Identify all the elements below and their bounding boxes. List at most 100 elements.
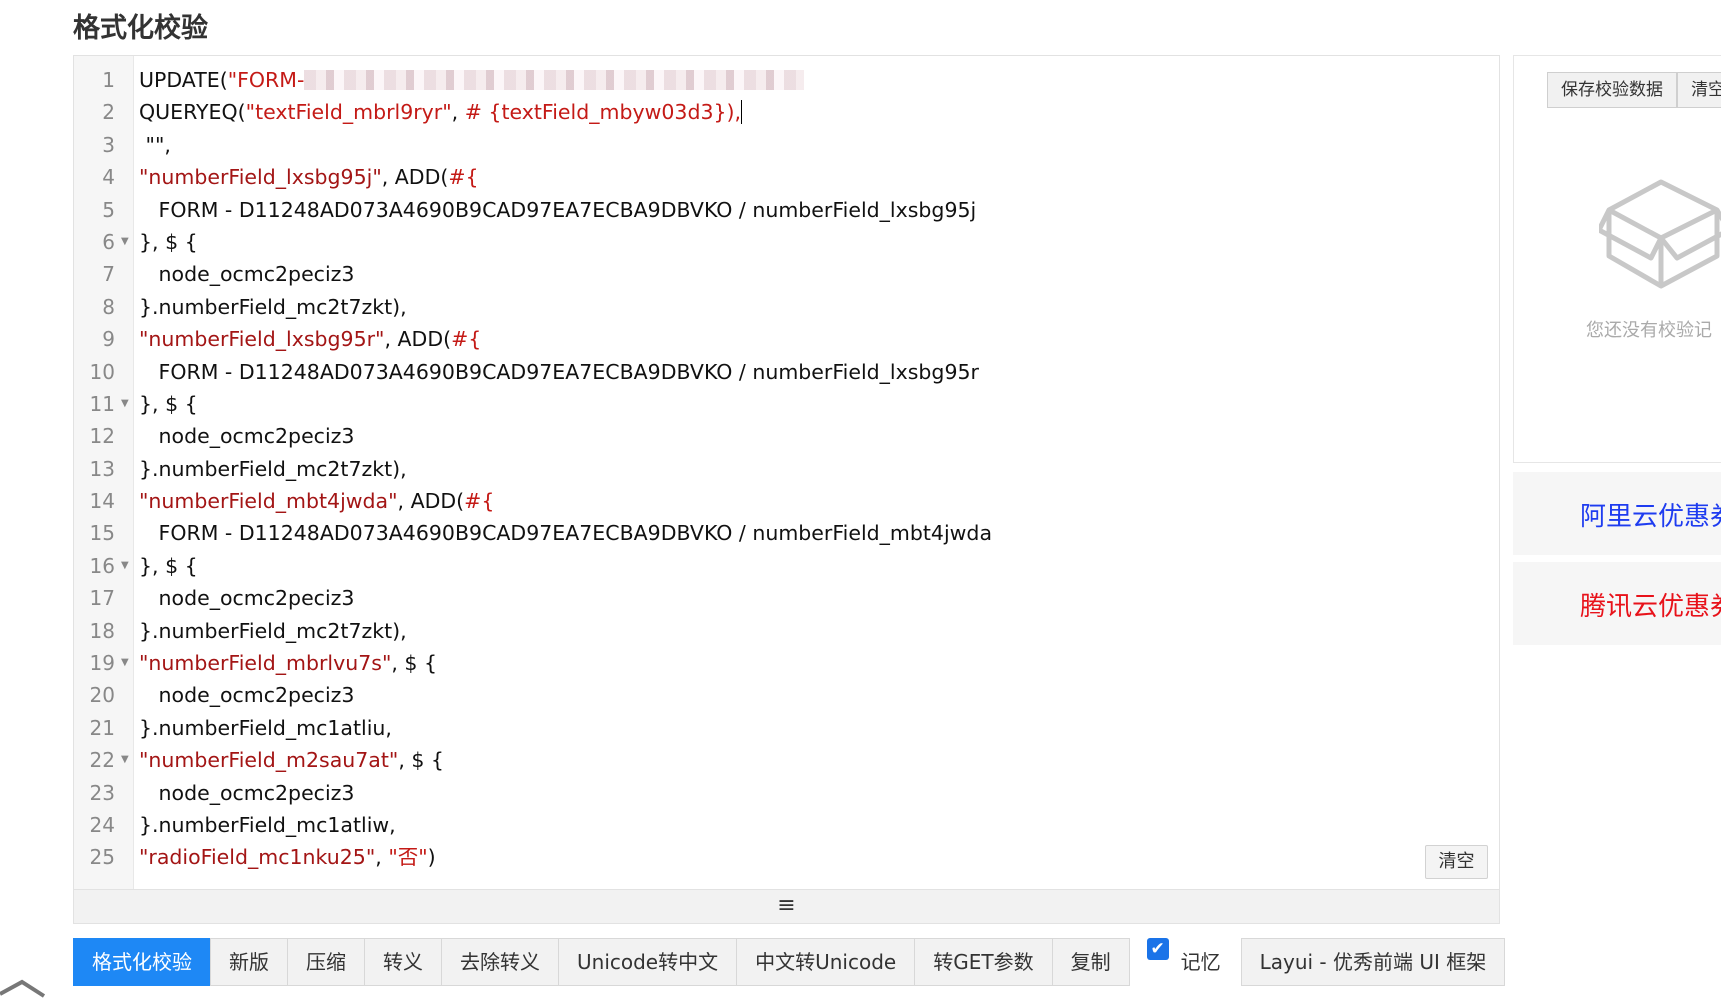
toolbar-button[interactable]: 复制 [1051,938,1130,986]
tencent-coupon-banner[interactable]: 腾讯云优惠券 [1513,562,1721,645]
code-token: }.numberField_mc2t7zkt), [139,456,407,481]
toolbar-button[interactable]: 转GET参数 [914,938,1053,986]
fold-arrow-icon[interactable]: ▼ [121,388,129,420]
code-line[interactable]: 14 "numberField_mbt4jwda", ADD(#{ [74,485,1499,517]
save-history-button[interactable]: 保存校验数据 [1547,72,1677,108]
code-token: , $ { [391,651,438,676]
code-token: node_ocmc2peciz3 [139,424,355,449]
code-line[interactable]: 3 "", [74,129,1499,161]
code-token: ) [427,845,436,870]
line-number: 2 [102,100,115,125]
code-text: "numberField_lxsbg95r", ADD(#{ [139,323,481,355]
fold-arrow-icon[interactable]: ▼ [121,744,129,776]
code-text: }.numberField_mc2t7zkt), [139,615,407,647]
code-token: "否" [388,845,428,870]
code-text: }, $ { [139,550,198,582]
code-text: }.numberField_mc1atliw, [139,809,396,841]
tencent-coupon-link[interactable]: 腾讯云优惠券 [1580,586,1721,623]
code-token: "numberField_mbrlvu7s" [139,651,392,676]
code-text: FORM - D11248AD073A4690B9CAD97EA7ECBA9DB… [139,356,979,388]
toolbar-button[interactable]: 压缩 [287,938,365,986]
check-icon: ✔ [1150,939,1165,959]
code-line[interactable]: 13 }.numberField_mc2t7zkt), [74,453,1499,485]
line-number: 7 [102,262,115,287]
code-token: UPDATE( [139,68,228,92]
toolbar-button[interactable]: 新版 [210,938,288,986]
code-line[interactable]: 18}.numberField_mc2t7zkt), [74,615,1499,647]
code-text: }.numberField_mc1atliu, [139,712,392,744]
code-line[interactable]: 23 node_ocmc2peciz3 [74,777,1499,809]
code-text: node_ocmc2peciz3 [139,258,355,290]
code-text: node_ocmc2peciz3 [139,777,355,809]
code-text: }.numberField_mc2t7zkt), [139,453,407,485]
aliyun-coupon-banner[interactable]: 阿里云优惠券 [1513,472,1721,555]
code-line[interactable]: 17 node_ocmc2peciz3 [74,582,1499,614]
line-number: 15 [89,521,115,546]
fold-arrow-icon[interactable]: ▼ [121,226,129,258]
editor-resize-handle[interactable]: ≡ [74,889,1499,923]
code-area[interactable]: 1 UPDATE("FORM- 2 QUERYEQ("textField_mbrl9r… [74,64,1499,874]
memory-checkbox[interactable]: ✔ [1146,938,1169,960]
aliyun-coupon-link[interactable]: 阿里云优惠券 [1580,496,1721,533]
code-token: #{ [448,165,479,190]
code-line[interactable]: 11 ▼ }, $ { [74,388,1499,420]
code-token: "textField_mbrl9ryr" [245,100,452,125]
line-number: 1 [102,68,115,92]
code-line[interactable]: 7 node_ocmc2peciz3 [74,258,1499,290]
code-line[interactable]: 25 "radioField_mc1nku25", "否") [74,841,1499,873]
fold-arrow-icon[interactable]: ▼ [121,550,129,582]
code-token: "", [139,132,171,157]
line-number: 23 [89,780,115,805]
code-line[interactable]: 15 FORM - D11248AD073A4690B9CAD97EA7ECBA… [74,517,1499,549]
clear-history-button[interactable]: 清空 [1677,72,1721,108]
code-line[interactable]: 6 ▼}, $ { [74,226,1499,258]
code-line[interactable]: 24 }.numberField_mc1atliw, [74,809,1499,841]
line-number: 12 [89,424,115,449]
code-text: }, $ { [139,388,198,420]
code-line[interactable]: 20 node_ocmc2peciz3 [74,679,1499,711]
code-text: FORM - D11248AD073A4690B9CAD97EA7ECBA9DB… [139,194,977,226]
memory-label: 记忆 [1180,950,1221,974]
code-token: , [375,845,389,870]
code-line[interactable]: 1 UPDATE("FORM- [74,64,1499,96]
code-text: "numberField_mbt4jwda", ADD(#{ [139,485,494,517]
line-number: 17 [89,586,115,611]
code-text: node_ocmc2peciz3 [139,679,355,711]
code-line[interactable]: 4 "numberField_lxsbg95j", ADD(#{ [74,161,1499,193]
code-line[interactable]: 5 FORM - D11248AD073A4690B9CAD97EA7ECBA9… [74,194,1499,226]
toolbar-button[interactable]: Unicode转中文 [558,938,738,986]
memory-toggle[interactable]: ✔ 记忆 [1146,938,1221,986]
code-line[interactable]: 16 ▼ }, $ { [74,550,1499,582]
code-token: }.numberField_mc2t7zkt), [139,618,407,643]
toolbar-button[interactable]: 转义 [364,938,442,986]
code-line[interactable]: 8}.numberField_mc2t7zkt), [74,291,1499,323]
code-editor[interactable]: 1 UPDATE("FORM- 2 QUERYEQ("textField_mbrl9r… [73,55,1500,924]
code-line[interactable]: 12 node_ocmc2peciz3 [74,420,1499,452]
code-line[interactable]: 10 FORM - D11248AD073A4690B9CAD97EA7ECBA… [74,356,1499,388]
code-token: , [451,100,465,125]
code-line[interactable]: 2 QUERYEQ("textField_mbrl9ryr", # {textFi… [74,96,1499,128]
editor-clear-button[interactable]: 清空 [1425,845,1488,879]
format-validate-button[interactable]: 格式化校验 [73,938,211,986]
code-text: UPDATE("FORM- [139,64,805,96]
code-text: "", [139,129,171,161]
line-number: 4 [102,165,115,190]
history-panel: 保存校验数据 清空 您还没有校验记 [1513,55,1721,463]
code-line[interactable]: 21}.numberField_mc1atliu, [74,712,1499,744]
code-token: , ADD( [381,165,449,190]
code-line[interactable]: 19 ▼ "numberField_mbrlvu7s", $ { [74,647,1499,679]
toolbar-button[interactable]: 去除转义 [441,938,559,986]
line-number: 11 [89,391,115,416]
code-line[interactable]: 9 "numberField_lxsbg95r", ADD(#{ [74,323,1499,355]
line-number: 13 [89,456,115,481]
layui-link-button[interactable]: Layui - 优秀前端 UI 框架 [1240,938,1506,986]
fold-arrow-icon[interactable]: ▼ [121,647,129,679]
code-token: QUERYEQ( [139,100,246,125]
line-number: 16 [89,553,115,578]
toolbar-button[interactable]: 中文转Unicode [736,938,916,986]
code-line[interactable]: 22 ▼ "numberField_m2sau7at", $ { [74,744,1499,776]
code-text: }.numberField_mc2t7zkt), [139,291,407,323]
code-text: QUERYEQ("textField_mbrl9ryr", # {textFie… [139,96,743,128]
code-token: }.numberField_mc1atliw, [139,812,396,837]
line-number: 24 [89,812,115,837]
